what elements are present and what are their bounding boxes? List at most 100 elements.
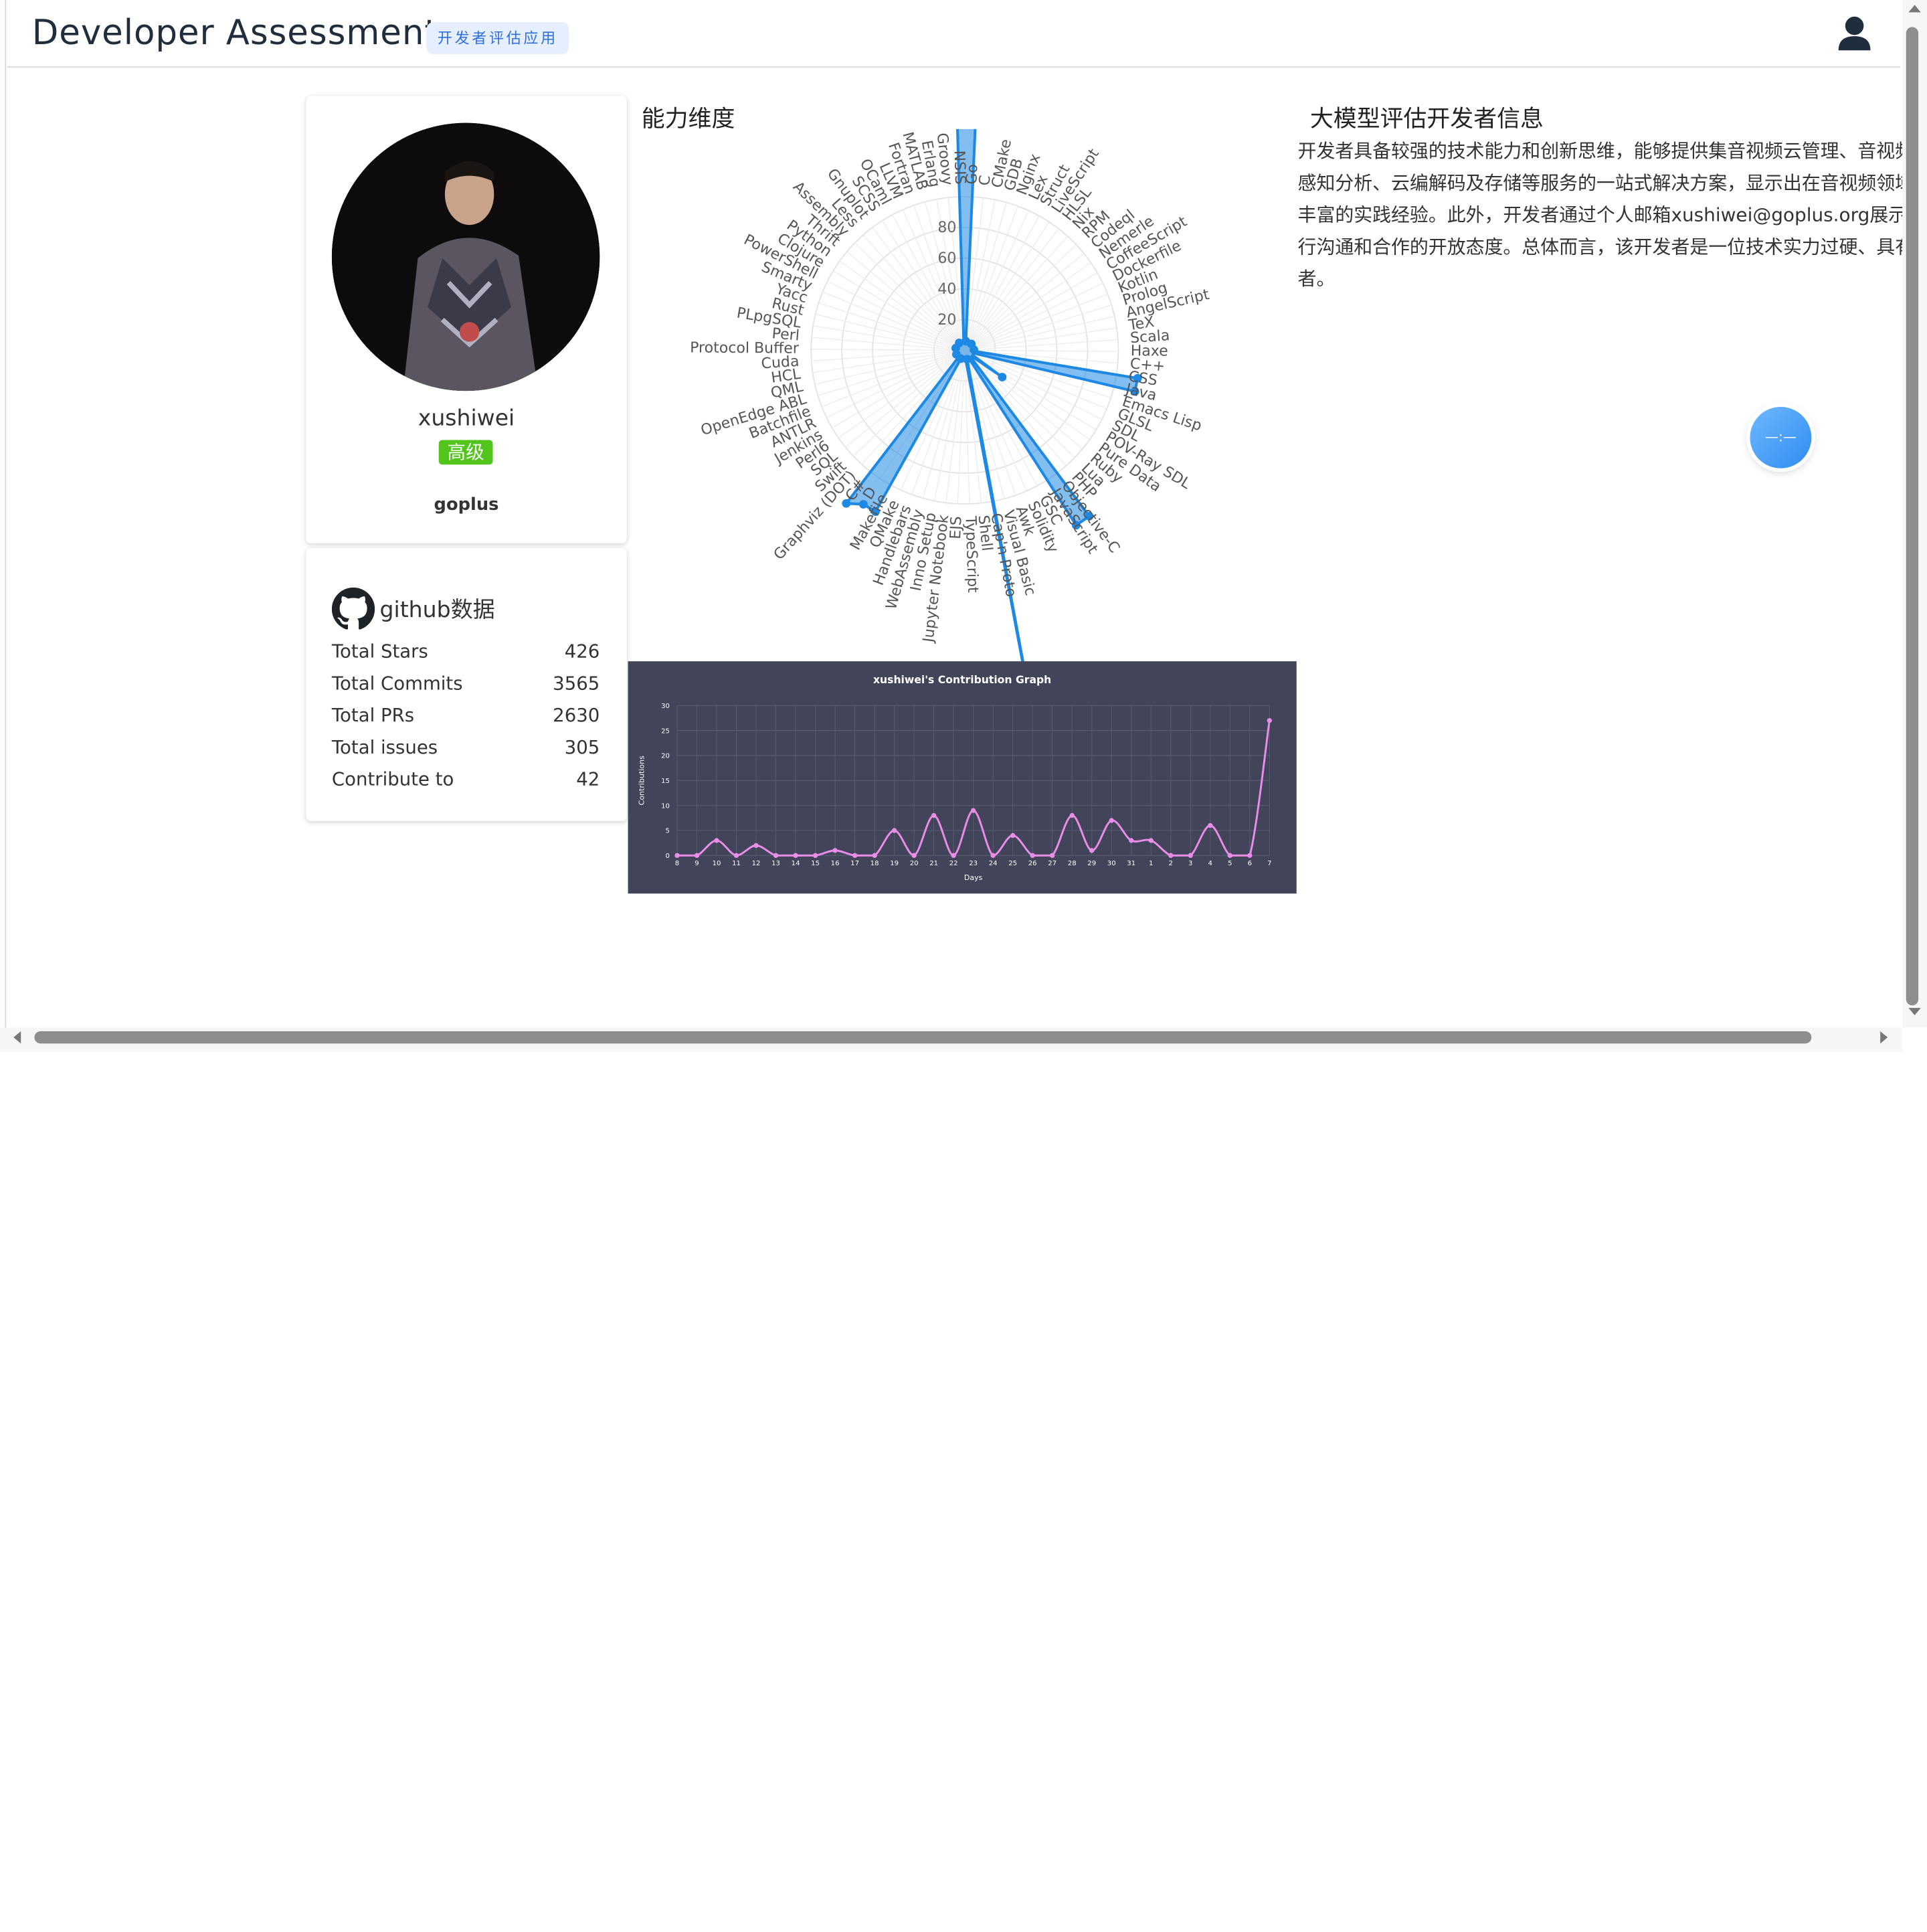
radar-spoke (964, 236, 1069, 351)
contrib-x-tick: 9 (695, 860, 699, 867)
stat-label: Total Commits (331, 672, 463, 695)
stat-value: 2630 (553, 704, 600, 727)
radar-spoke (964, 262, 1091, 351)
page-left-border (5, 0, 7, 1053)
stat-value: 305 (564, 736, 600, 759)
contribution-graph: xushiwei's Contribution Graph05101520253… (628, 661, 1297, 894)
stat-label: Total issues (331, 736, 438, 759)
contrib-x-tick: 18 (870, 860, 879, 867)
contrib-x-tick: 26 (1028, 860, 1037, 867)
contrib-point (872, 853, 877, 859)
contrib-x-tick: 27 (1048, 860, 1057, 867)
stat-row: Contribute to 42 (332, 768, 600, 795)
contrib-point (812, 853, 818, 859)
radar-point (858, 500, 868, 509)
scroll-right-arrow-icon[interactable] (1880, 1031, 1888, 1044)
contrib-y-tick: 15 (661, 778, 670, 785)
radar-tick-label: 20 (937, 312, 956, 329)
contrib-chart-title: xushiwei's Contribution Graph (873, 674, 1051, 686)
contrib-y-tick: 20 (661, 753, 670, 760)
contrib-y-tick: 0 (666, 853, 670, 860)
contrib-x-tick: 1 (1149, 860, 1153, 867)
stat-row: Total Commits 3565 (332, 673, 600, 699)
profile-card: xushiwei 高级 goplus (306, 96, 627, 543)
app-title: Developer Assessment (31, 12, 439, 53)
contrib-x-tick: 8 (675, 860, 679, 867)
skills-radar-chart: 20406080CCMakeGDBNginxLexStructLiveScrip… (690, 128, 1211, 671)
contrib-point (773, 853, 779, 859)
contrib-point (1267, 718, 1272, 723)
contrib-x-tick: 28 (1068, 860, 1077, 867)
contrib-x-tick: 16 (831, 860, 840, 867)
radar-point (998, 373, 1007, 381)
radar-tick-label: 80 (937, 219, 956, 236)
contrib-y-tick: 30 (661, 703, 670, 710)
horizontal-scrollbar[interactable] (0, 1027, 1903, 1053)
contrib-point (1168, 853, 1174, 859)
contrib-y-tick: 5 (666, 828, 670, 835)
contrib-x-tick: 13 (771, 860, 780, 867)
vertical-scrollbar[interactable] (1902, 0, 1927, 1028)
contrib-x-tick: 11 (732, 860, 741, 867)
contrib-x-tick: 5 (1228, 860, 1232, 867)
radar-spoke (957, 350, 966, 504)
contrib-point (1050, 853, 1055, 859)
radar-tick-label: 60 (937, 250, 956, 267)
stat-label: Total Stars (331, 640, 428, 663)
radar-spoke (964, 244, 1077, 351)
contrib-y-tick: 25 (661, 727, 670, 735)
contrib-x-tick: 19 (890, 860, 899, 867)
contrib-point (674, 853, 680, 859)
stat-label: Contribute to (331, 768, 454, 790)
user-account-icon[interactable] (1836, 15, 1873, 52)
horizontal-scroll-thumb[interactable] (34, 1031, 1812, 1044)
radar-point (842, 499, 851, 508)
radar-axis-label: Go (964, 163, 981, 185)
assessment-text: 开发者具备较强的技术能力和创新思维，能够提供集音视频云管理、音视频处理引擎、场景… (1297, 140, 1903, 290)
contrib-x-tick: 24 (989, 860, 998, 867)
radar-spoke (839, 260, 966, 351)
contrib-point (891, 828, 897, 833)
contrib-x-tick: 21 (929, 860, 938, 867)
organization-label: goplus (434, 495, 499, 515)
contrib-x-tick: 7 (1267, 860, 1271, 867)
floating-action-button[interactable]: —:— (1750, 406, 1812, 468)
contrib-point (990, 853, 996, 859)
contrib-x-tick: 30 (1107, 860, 1116, 867)
scroll-up-arrow-icon[interactable] (1908, 5, 1921, 13)
contrib-y-tick: 10 (661, 802, 670, 810)
stat-label: Total PRs (331, 704, 415, 727)
contrib-x-tick: 6 (1248, 860, 1252, 867)
username: xushiwei (418, 406, 515, 432)
contrib-point (793, 853, 798, 859)
stat-row: Total PRs 2630 (332, 704, 600, 731)
contrib-x-tick: 10 (713, 860, 721, 867)
contrib-point (1069, 812, 1075, 818)
radar-spoke (838, 349, 966, 438)
scroll-down-arrow-icon[interactable] (1908, 1008, 1921, 1016)
contrib-point (1010, 832, 1016, 839)
contrib-point (911, 853, 917, 859)
contrib-x-tick: 15 (811, 860, 820, 867)
contrib-x-tick: 3 (1188, 860, 1192, 867)
radar-spoke (964, 272, 1098, 351)
stat-value: 42 (576, 768, 600, 790)
github-stats-card: github数据 Total Stars 426 Total Commits 3… (306, 548, 627, 821)
contrib-point (1129, 838, 1134, 843)
contrib-x-tick: 22 (949, 860, 958, 867)
contrib-point (1148, 838, 1154, 843)
stat-row: Total Stars 426 (332, 640, 600, 667)
contrib-point (1247, 853, 1253, 859)
stat-row: Total issues 305 (332, 736, 600, 763)
github-title: github数据 (379, 597, 495, 624)
avatar (331, 122, 600, 391)
vertical-scroll-thumb[interactable] (1906, 27, 1919, 1006)
contrib-x-tick: 23 (969, 860, 978, 867)
radar-point (955, 339, 964, 347)
contrib-point (931, 812, 937, 818)
contrib-point (733, 853, 739, 859)
contrib-point (1188, 853, 1193, 859)
scroll-left-arrow-icon[interactable] (13, 1031, 21, 1044)
stat-value: 3565 (553, 672, 600, 695)
contrib-point (832, 848, 838, 853)
